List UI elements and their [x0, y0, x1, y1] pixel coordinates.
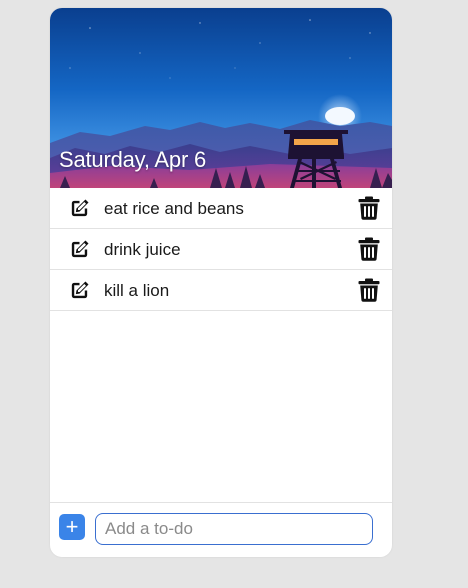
watchtower: [284, 130, 348, 188]
edit-icon[interactable]: [68, 279, 91, 302]
todo-text: eat rice and beans: [104, 199, 244, 218]
header-banner: Saturday, Apr 6: [50, 8, 392, 188]
todo-card: Saturday, Apr 6 eat rice and beans drink…: [50, 8, 392, 557]
add-todo-input[interactable]: [95, 513, 373, 545]
todo-text: kill a lion: [104, 281, 170, 300]
todo-text: drink juice: [104, 240, 181, 259]
add-todo-bar: +: [50, 502, 392, 557]
trash-icon[interactable]: [358, 278, 380, 302]
trash-icon[interactable]: [358, 196, 380, 220]
trash-icon[interactable]: [358, 237, 380, 261]
todo-item: kill a lion: [50, 270, 392, 311]
todo-item: drink juice: [50, 229, 392, 270]
todo-list: eat rice and beans drink juice kill a li…: [50, 188, 392, 311]
date-title: Saturday, Apr 6: [59, 147, 207, 172]
edit-icon[interactable]: [68, 238, 91, 261]
edit-icon[interactable]: [68, 197, 91, 220]
todo-item: eat rice and beans: [50, 188, 392, 229]
add-todo-button[interactable]: +: [59, 514, 85, 540]
